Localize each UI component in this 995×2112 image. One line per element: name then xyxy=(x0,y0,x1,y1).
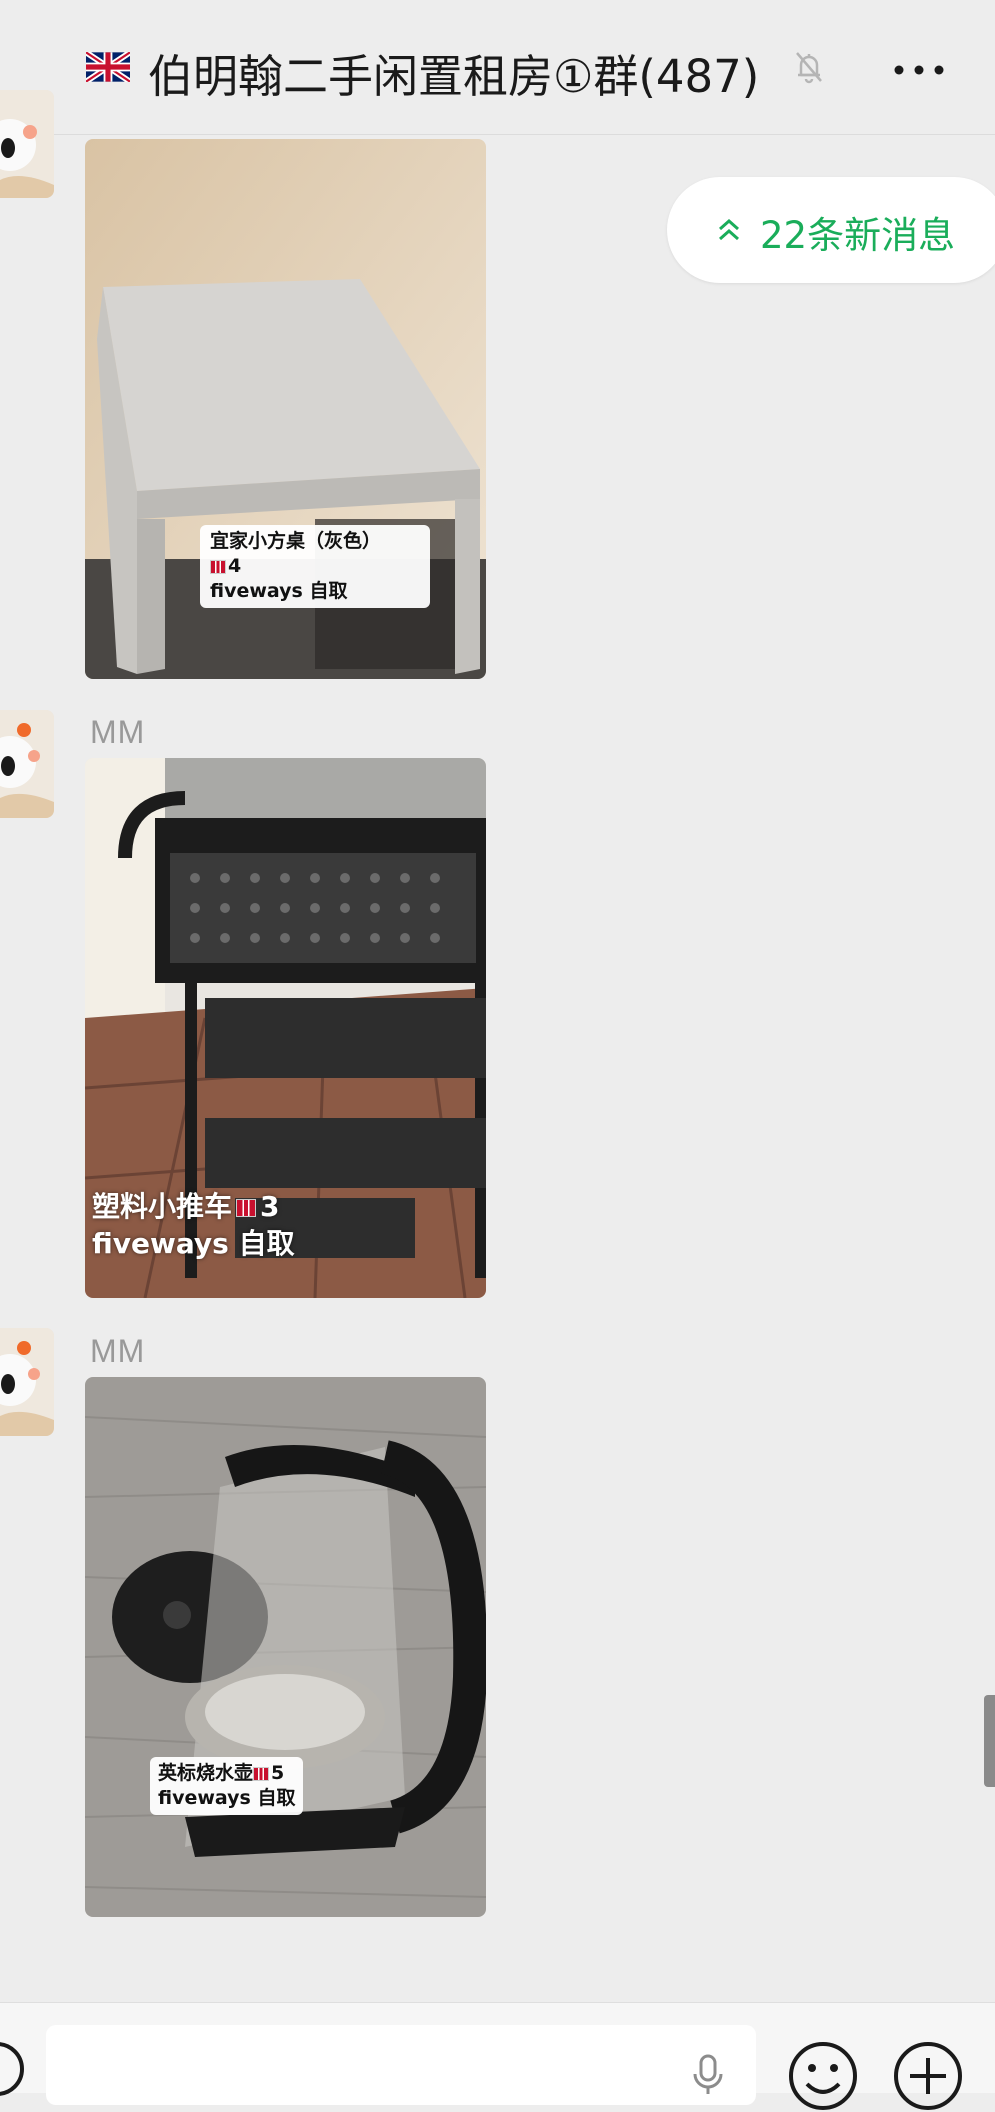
sender-name: MM xyxy=(90,714,146,750)
photo-side-table[interactable]: 宜家小方桌（灰色） 4 fiveways 自取 xyxy=(85,139,486,679)
flag-emoji-icon xyxy=(210,559,226,574)
caption-price: 4 xyxy=(228,555,242,577)
chat-header: 伯明翰二手闲置租房①群(487) xyxy=(0,0,995,135)
caption-price: 3 xyxy=(260,1190,280,1223)
photo-trolley-cart[interactable]: 塑料小推车 3 fiveways 自取 xyxy=(85,758,486,1298)
emoji-icon[interactable] xyxy=(787,2040,859,2112)
flag-emoji-icon xyxy=(253,1766,270,1781)
caption-line: fiveways 自取 xyxy=(210,580,348,602)
bell-muted-icon xyxy=(796,52,822,84)
flag-emoji-icon xyxy=(236,1199,257,1217)
microphone-icon[interactable] xyxy=(692,2054,724,2094)
avatar[interactable] xyxy=(0,90,54,198)
new-messages-label: 22条新消息 xyxy=(760,214,956,257)
avatar[interactable] xyxy=(0,1328,54,1436)
caption-line: fiveways 自取 xyxy=(158,1787,296,1809)
more-dots-icon[interactable] xyxy=(893,64,945,76)
caption-line: 宜家小方桌（灰色） xyxy=(210,530,382,552)
caption-line: 英标烧水壶 xyxy=(158,1762,254,1784)
scrollbar-thumb[interactable] xyxy=(984,1695,995,1787)
caption-price: 5 xyxy=(271,1762,285,1784)
caption-line: fiveways 自取 xyxy=(92,1227,295,1260)
plus-circle-icon[interactable] xyxy=(892,2040,964,2112)
double-chevron-up-icon xyxy=(719,218,739,241)
caption-line: 塑料小推车 xyxy=(92,1190,233,1223)
photo-kettle[interactable]: 英标烧水壶 5 fiveways 自取 xyxy=(85,1377,486,1917)
sender-name: MM xyxy=(90,1333,146,1369)
caption-label: 宜家小方桌（灰色） 4 fiveways 自取 xyxy=(200,525,430,608)
message-input[interactable] xyxy=(46,2025,756,2105)
caption-overlay: 塑料小推车 3 fiveways 自取 xyxy=(92,1188,295,1262)
uk-flag-icon xyxy=(86,52,130,82)
chat-title[interactable]: 伯明翰二手闲置租房①群(487) xyxy=(148,40,759,105)
avatar[interactable] xyxy=(0,710,54,818)
caption-label: 英标烧水壶 5 fiveways 自取 xyxy=(150,1757,304,1815)
new-messages-button[interactable]: 22条新消息 xyxy=(667,177,995,283)
